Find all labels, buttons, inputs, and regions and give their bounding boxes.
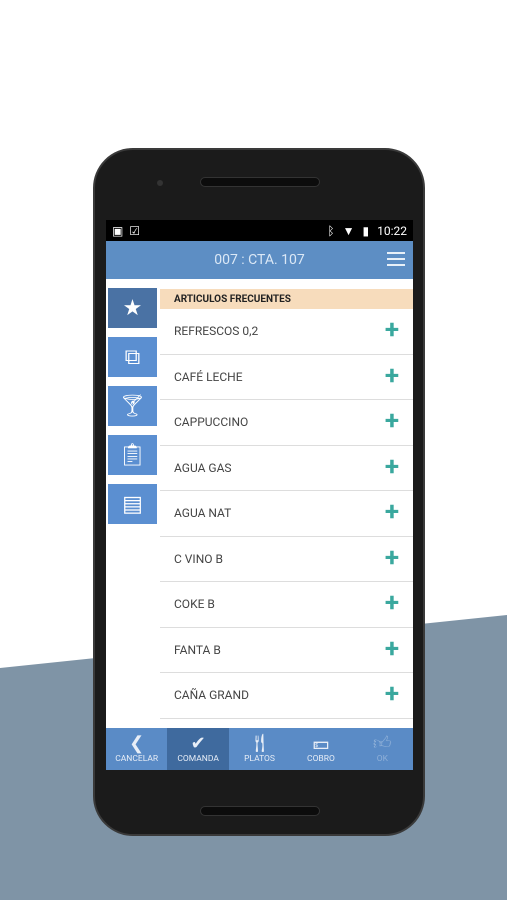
battery-icon: ▮ — [362, 223, 370, 238]
bottom-nav: ❮ CANCELAR ✔ COMANDA 🍴︎ PLATOS 💵︎ COBRO 👍︎ OK — [106, 728, 413, 770]
list-item[interactable]: AGUA NAT + — [160, 491, 413, 537]
nav-label: PLATOS — [244, 754, 275, 764]
hamburger-menu-icon[interactable] — [387, 252, 405, 270]
item-label: CAFÉ LECHE — [174, 369, 243, 384]
thumbs-up-icon: 👍︎ — [372, 733, 392, 754]
clipboard-check-icon: ☑ — [129, 223, 141, 238]
article-list: ARTICULOS FRECUENTES REFRESCOS 0,2 + CAFÉ … — [160, 289, 413, 719]
item-label: COKE B — [174, 597, 215, 612]
chevron-left-icon: ❮ — [129, 733, 145, 754]
wifi-icon: ▼ — [342, 223, 355, 238]
nav-label: COMANDA — [177, 754, 219, 764]
plus-icon[interactable]: + — [385, 317, 399, 343]
speaker-bottom — [200, 806, 320, 816]
status-bar: ▣ ☑ ᛒ ▼ ▮ 10:22 — [106, 220, 413, 241]
plus-icon[interactable]: + — [385, 636, 399, 662]
plus-icon[interactable]: + — [385, 499, 399, 525]
list-item[interactable]: CAFÉ LECHE + — [160, 355, 413, 400]
cocktail-icon[interactable]: 🍸︎ — [108, 386, 157, 426]
list-item[interactable]: FANTA B + — [160, 628, 413, 673]
speaker-top — [200, 177, 320, 187]
clipboard-list-icon[interactable]: ▤ — [108, 484, 157, 524]
page-title: 007 : CTA. 107 — [214, 252, 305, 268]
plus-icon[interactable]: + — [385, 363, 399, 389]
clock: 10:22 — [377, 223, 407, 238]
plus-icon[interactable]: + — [385, 545, 399, 571]
category-sidebar: ★ ⧉ 🍸︎ 📋︎ ▤ — [108, 288, 158, 533]
cutlery-icon: 🍴︎ — [248, 733, 271, 754]
list-item[interactable]: C VINO B + — [160, 537, 413, 582]
screen: ▣ ☑ ᛒ ▼ ▮ 10:22 007 : CTA. 107 ★ ⧉ 🍸︎ 📋︎ ▤ … — [106, 220, 413, 770]
android-icon: ▣ — [112, 223, 124, 238]
item-label: C VINO B — [174, 551, 223, 566]
money-icon: 💵︎ — [312, 733, 330, 754]
item-label: REFRESCOS 0,2 — [174, 324, 259, 339]
list-header: ARTICULOS FRECUENTES — [160, 289, 413, 309]
nav-comanda-button[interactable]: ✔ COMANDA — [167, 728, 229, 770]
plus-icon[interactable]: + — [385, 454, 399, 480]
item-label: FANTA B — [174, 642, 221, 657]
camera — [157, 180, 163, 186]
plus-icon[interactable]: + — [385, 681, 399, 707]
nav-label: CANCELAR — [115, 754, 159, 764]
bluetooth-icon: ᛒ — [327, 223, 335, 238]
list-item[interactable]: AGUA GAS + — [160, 446, 413, 491]
nav-label: OK — [376, 754, 388, 764]
item-label: AGUA GAS — [174, 460, 232, 475]
item-label: CAPPUCCINO — [174, 415, 249, 430]
star-icon[interactable]: ★ — [108, 288, 157, 328]
list-item[interactable]: REFRESCOS 0,2 + — [160, 309, 413, 355]
nav-platos-button[interactable]: 🍴︎ PLATOS — [229, 728, 290, 770]
app-bar: 007 : CTA. 107 — [106, 241, 413, 279]
plus-icon[interactable]: + — [385, 408, 399, 434]
item-label: CAÑA GRAND — [174, 688, 249, 703]
nav-cobro-button[interactable]: 💵︎ COBRO — [290, 728, 351, 770]
double-check-icon: ✔ — [190, 733, 206, 754]
plus-icon[interactable]: + — [385, 590, 399, 616]
nav-cancelar-button[interactable]: ❮ CANCELAR — [106, 728, 167, 770]
nav-label: COBRO — [307, 754, 335, 764]
list-item[interactable]: COKE B + — [160, 582, 413, 628]
item-label: AGUA NAT — [174, 506, 232, 521]
list-item[interactable]: CAÑA GRAND + — [160, 673, 413, 719]
hierarchy-icon[interactable]: ⧉ — [108, 337, 157, 377]
list-item[interactable]: CAPPUCCINO + — [160, 400, 413, 446]
nav-ok-button[interactable]: 👍︎ OK — [352, 728, 413, 770]
clipboard-icon[interactable]: 📋︎ — [108, 435, 157, 475]
